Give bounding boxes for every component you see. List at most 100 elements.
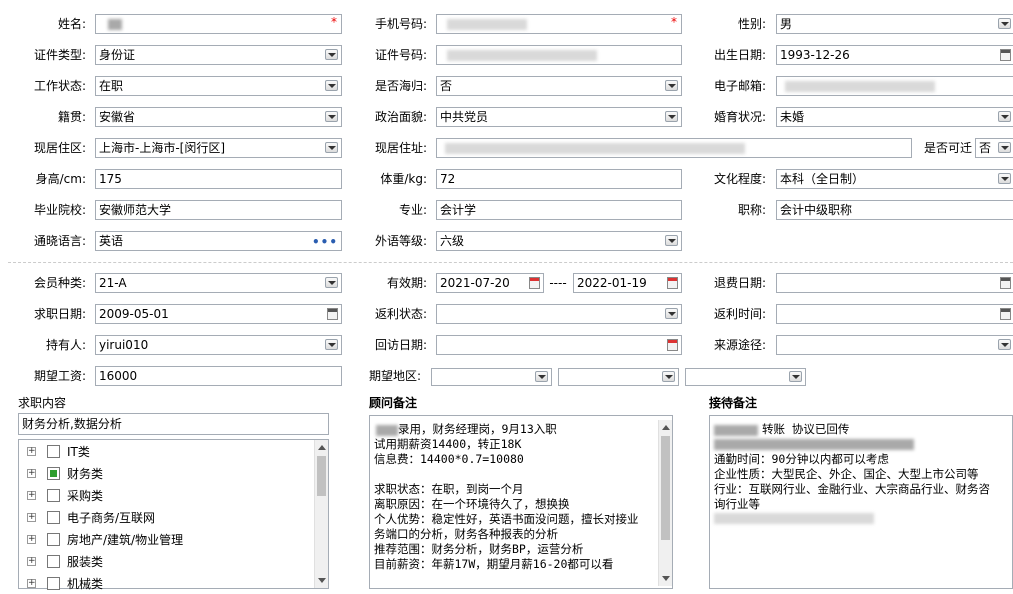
native-value: 安徽省 xyxy=(99,110,136,124)
checkbox[interactable] xyxy=(47,511,60,524)
expand-icon[interactable]: + xyxy=(27,491,36,500)
school-input[interactable]: 安徽师范大学 xyxy=(95,200,342,220)
native-select[interactable]: 安徽省 xyxy=(95,107,342,127)
work-status-select[interactable]: 在职 xyxy=(95,76,342,96)
expand-icon[interactable]: + xyxy=(27,557,36,566)
checkbox[interactable] xyxy=(47,577,60,590)
calendar-icon[interactable] xyxy=(667,277,678,289)
chevron-down-icon[interactable] xyxy=(662,371,675,382)
chevron-down-icon[interactable] xyxy=(325,49,338,60)
education-select[interactable]: 本科（全日制） xyxy=(776,169,1013,189)
more-icon[interactable]: ••• xyxy=(312,233,338,250)
id-type-select[interactable]: 身份证 xyxy=(95,45,342,65)
expand-icon[interactable]: + xyxy=(27,447,36,456)
refund-date-input[interactable] xyxy=(776,273,1013,293)
job-category-tree[interactable]: + IT类 + 财务类 + 采购类 + 电子商务/互联网 + 房地产/建筑/物业… xyxy=(18,439,329,591)
chevron-down-icon[interactable] xyxy=(665,111,678,122)
scroll-up-icon[interactable] xyxy=(662,425,670,430)
source-select[interactable] xyxy=(776,335,1013,355)
consultant-notes-line-8: 推荐范围：财务分析，财务BP，运营分析 xyxy=(374,542,584,556)
chevron-down-icon[interactable] xyxy=(325,80,338,91)
notes-scrollbar[interactable] xyxy=(658,420,672,586)
checkbox-checked[interactable] xyxy=(47,467,60,480)
chevron-down-icon[interactable] xyxy=(325,142,338,153)
required-mark: * xyxy=(671,15,677,29)
member-type-value: 21-A xyxy=(99,276,127,290)
birth-date-input[interactable]: 1993-12-26 xyxy=(776,45,1013,65)
scroll-thumb[interactable] xyxy=(317,456,326,496)
residence-area-select[interactable]: 上海市-上海市-[闵行区] xyxy=(95,138,342,158)
professional-title-input[interactable]: 会计中级职称 xyxy=(776,200,1013,220)
calendar-icon[interactable] xyxy=(1000,308,1011,320)
tree-scrollbar[interactable] xyxy=(314,440,328,588)
chevron-down-icon[interactable] xyxy=(325,111,338,122)
gender-select[interactable]: 男 xyxy=(776,14,1013,34)
chevron-down-icon[interactable] xyxy=(665,235,678,246)
expand-icon[interactable]: + xyxy=(27,535,36,544)
scroll-thumb[interactable] xyxy=(661,436,670,540)
lang-level-select[interactable]: 六级 xyxy=(436,231,682,251)
phone-input[interactable]: * xyxy=(436,14,682,34)
relocate-select[interactable]: 否 xyxy=(975,138,1013,158)
expand-icon[interactable]: + xyxy=(27,579,36,588)
native-label: 籍贯: xyxy=(57,110,86,124)
rebate-status-select[interactable] xyxy=(436,304,682,324)
calendar-icon[interactable] xyxy=(327,308,338,320)
chevron-down-icon[interactable] xyxy=(998,142,1011,153)
major-input[interactable]: 会计学 xyxy=(436,200,682,220)
region-province-select[interactable] xyxy=(431,368,552,386)
chevron-down-icon[interactable] xyxy=(665,80,678,91)
region-district-select[interactable] xyxy=(685,368,806,386)
valid-from-input[interactable]: 2021-07-20 xyxy=(436,273,544,293)
job-content-summary[interactable]: 财务分析,数据分析 xyxy=(18,413,329,435)
member-type-select[interactable]: 21-A xyxy=(95,273,342,293)
chevron-down-icon[interactable] xyxy=(998,173,1011,184)
expand-icon[interactable]: + xyxy=(27,513,36,522)
political-select[interactable]: 中共党员 xyxy=(436,107,682,127)
chevron-down-icon[interactable] xyxy=(998,339,1011,350)
chevron-down-icon[interactable] xyxy=(665,308,678,319)
expand-icon[interactable]: + xyxy=(27,469,36,478)
calendar-icon[interactable] xyxy=(667,339,678,351)
region-city-select[interactable] xyxy=(558,368,679,386)
chevron-down-icon[interactable] xyxy=(998,111,1011,122)
checkbox[interactable] xyxy=(47,489,60,502)
visit-date-input[interactable] xyxy=(436,335,682,355)
language-input[interactable]: 英语 ••• xyxy=(95,231,342,251)
holder-select[interactable]: yirui010 xyxy=(95,335,342,355)
rebate-status-label: 返利状态: xyxy=(374,307,427,321)
scroll-down-icon[interactable] xyxy=(662,576,670,581)
chevron-down-icon[interactable] xyxy=(325,277,338,288)
address-input[interactable] xyxy=(436,138,912,158)
returnee-select[interactable]: 否 xyxy=(436,76,682,96)
checkbox[interactable] xyxy=(47,445,60,458)
consultant-notes-textarea[interactable]: 录用，财务经理岗，9月13入职 试用期薪资14400，转正18K 信息费：144… xyxy=(369,415,673,589)
checkbox[interactable] xyxy=(47,555,60,568)
calendar-icon[interactable] xyxy=(1000,49,1011,61)
scroll-up-icon[interactable] xyxy=(318,445,326,450)
email-input[interactable] xyxy=(776,76,1013,96)
calendar-icon[interactable] xyxy=(1000,277,1011,289)
region-label: 期望地区: xyxy=(368,369,421,383)
reception-notes-textarea[interactable]: 转账 协议已回传 通勤时间：90分钟以内都可以考虑 企业性质：大型民企、外企、国… xyxy=(709,415,1013,589)
rebate-time-input[interactable] xyxy=(776,304,1013,324)
chevron-down-icon[interactable] xyxy=(789,371,802,382)
job-date-input[interactable]: 2009-05-01 xyxy=(95,304,342,324)
id-no-input[interactable] xyxy=(436,45,682,65)
chevron-down-icon[interactable] xyxy=(535,371,548,382)
scroll-down-icon[interactable] xyxy=(318,578,326,583)
title-value: 会计中级职称 xyxy=(780,203,853,217)
marital-select[interactable]: 未婚 xyxy=(776,107,1013,127)
valid-to-input[interactable]: 2022-01-19 xyxy=(573,273,682,293)
chevron-down-icon[interactable] xyxy=(325,339,338,350)
name-input[interactable]: * xyxy=(95,14,342,34)
weight-input[interactable]: 72 xyxy=(436,169,682,189)
checkbox[interactable] xyxy=(47,533,60,546)
height-input[interactable]: 175 xyxy=(95,169,342,189)
calendar-icon[interactable] xyxy=(529,277,540,289)
chevron-down-icon[interactable] xyxy=(998,18,1011,29)
redacted-text xyxy=(376,425,398,436)
gender-value: 男 xyxy=(780,17,793,31)
id-type-label: 证件类型: xyxy=(33,48,86,62)
salary-input[interactable]: 16000 xyxy=(95,366,342,386)
